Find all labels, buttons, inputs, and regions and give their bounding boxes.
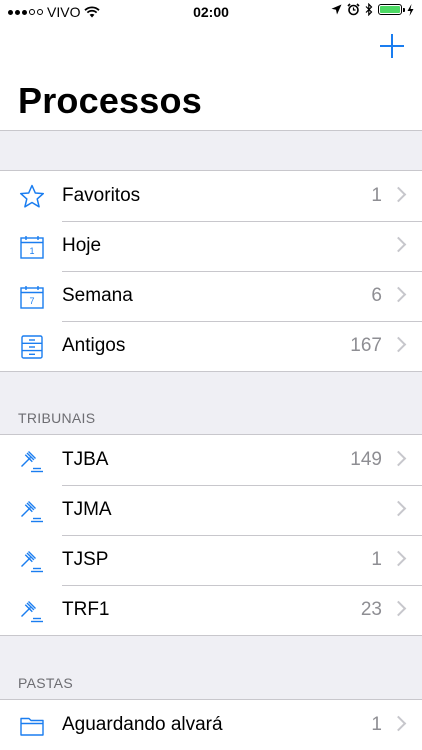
row-favoritos[interactable]: Favoritos 1 — [0, 171, 422, 221]
calendar-1-icon: 1 — [20, 236, 44, 259]
gavel-icon — [21, 451, 43, 473]
page-title: Processos — [18, 80, 202, 121]
row-tribunal[interactable]: TJMA — [0, 485, 422, 535]
row-label: TJBA — [62, 449, 109, 470]
navigation-bar: Processos — [0, 24, 422, 131]
battery-icon — [378, 4, 405, 15]
row-label: Aguardando alvará — [62, 714, 223, 735]
alarm-clock-icon — [347, 3, 360, 16]
row-label: Favoritos — [62, 185, 141, 206]
row-pasta[interactable]: Aguardando alvará 1 — [0, 700, 422, 750]
status-bar: VIVO 02:00 — [0, 0, 422, 24]
gavel-icon — [21, 601, 43, 623]
folder-icon — [20, 717, 44, 736]
section-header-pastas: PASTAS — [18, 675, 73, 691]
main-filters-group: Favoritos 1 1 Hoje 7 Semana 6 Antigos 16… — [0, 170, 422, 372]
row-antigos[interactable]: Antigos 167 — [0, 321, 422, 371]
chevron-right-icon — [390, 715, 407, 732]
chevron-right-icon — [390, 450, 407, 467]
star-icon — [19, 184, 45, 208]
status-right — [331, 3, 414, 16]
chevron-right-icon — [390, 186, 407, 203]
row-semana[interactable]: 7 Semana 6 — [0, 271, 422, 321]
row-count: 1 — [371, 185, 382, 206]
calendar-day-text: 7 — [29, 296, 34, 306]
bluetooth-icon — [365, 3, 373, 16]
gavel-icon — [21, 551, 43, 573]
chevron-right-icon — [390, 550, 407, 567]
row-tribunal[interactable]: TJBA 149 — [0, 435, 422, 485]
row-label: Hoje — [62, 235, 102, 256]
row-count: 1 — [371, 714, 382, 735]
row-tribunal[interactable]: TRF1 23 — [0, 585, 422, 635]
row-label: TJSP — [62, 549, 109, 570]
row-count: 23 — [360, 599, 382, 620]
section-header-tribunais: TRIBUNAIS — [18, 410, 96, 426]
calendar-7-icon: 7 — [20, 286, 44, 309]
pastas-group: Aguardando alvará 1 — [0, 699, 422, 750]
row-label: TJMA — [62, 499, 112, 520]
row-label: Semana — [62, 285, 133, 306]
cabinet-icon — [21, 335, 43, 359]
row-label: Antigos — [62, 335, 126, 356]
chevron-right-icon — [390, 500, 407, 517]
row-tribunal[interactable]: TJSP 1 — [0, 535, 422, 585]
location-arrow-icon — [331, 4, 342, 15]
row-count: 167 — [350, 335, 382, 356]
row-count: 6 — [371, 285, 382, 306]
row-label: TRF1 — [62, 599, 110, 620]
chevron-right-icon — [390, 336, 407, 353]
charging-bolt-icon — [407, 3, 414, 16]
row-hoje[interactable]: 1 Hoje — [0, 221, 422, 271]
chevron-right-icon — [390, 236, 407, 253]
row-count: 1 — [371, 549, 382, 570]
calendar-day-text: 1 — [29, 246, 34, 256]
row-count: 149 — [350, 449, 382, 470]
gavel-icon — [21, 501, 43, 523]
tribunais-group: TJBA 149 TJMA TJSP 1 TRF1 23 — [0, 434, 422, 636]
add-button[interactable] — [380, 34, 404, 58]
chevron-right-icon — [390, 286, 407, 303]
chevron-right-icon — [390, 600, 407, 617]
